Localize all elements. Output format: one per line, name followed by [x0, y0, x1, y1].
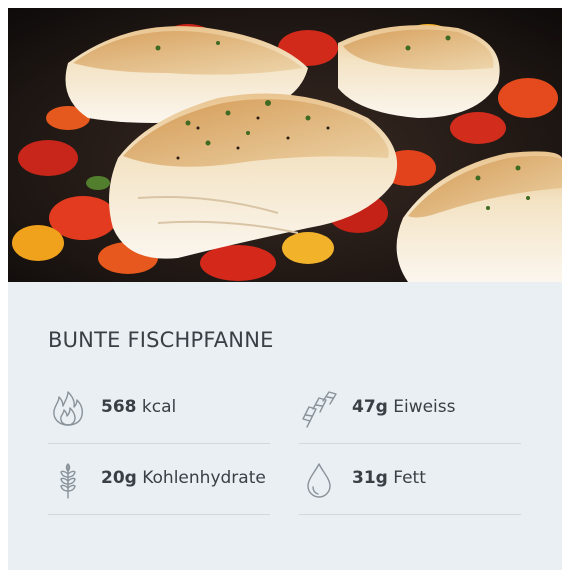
divider [299, 514, 521, 515]
protein-icon [302, 391, 337, 428]
fat-value: 31g [352, 468, 388, 488]
recipe-title: BUNTE FISCHPFANNE [48, 328, 274, 352]
drop-icon [307, 463, 331, 498]
calories-value: 568 [101, 397, 137, 417]
recipe-photo [8, 8, 562, 282]
carbs-unit: Kohlenhydrate [142, 468, 266, 488]
nutrition-calories: 568 kcal [48, 374, 270, 444]
recipe-card[interactable]: BUNTE FISCHPFANNE 568 kcal 47g Eiweiss 2… [8, 8, 562, 570]
nutrition-carbs: 20g Kohlenhydrate [48, 445, 270, 515]
protein-unit: Eiweiss [393, 397, 456, 417]
nutrition-fat: 31g Fett [299, 445, 521, 515]
divider [48, 514, 270, 515]
wheat-icon [60, 463, 76, 499]
carbs-value: 20g [101, 468, 137, 488]
calories-unit: kcal [141, 397, 177, 417]
divider [299, 443, 521, 444]
nutrition-protein: 47g Eiweiss [299, 374, 521, 444]
divider [48, 443, 270, 444]
protein-value: 47g [352, 397, 388, 417]
fat-unit: Fett [393, 468, 426, 488]
flame-icon [53, 391, 83, 426]
